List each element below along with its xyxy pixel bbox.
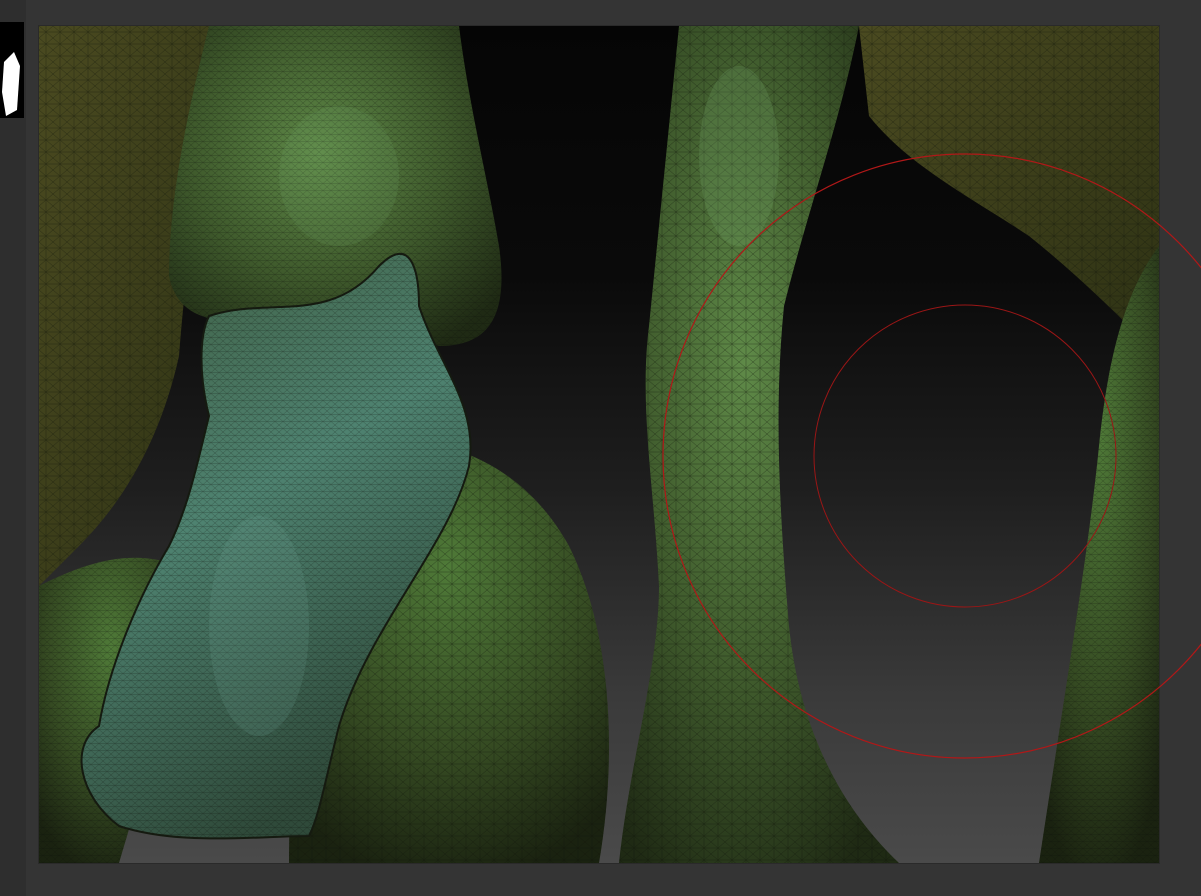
sculpt-mesh [39, 26, 1159, 863]
current-tool-thumbnail-icon[interactable] [0, 22, 24, 118]
zbrush-window [0, 0, 1201, 896]
document-canvas[interactable] [39, 26, 1159, 863]
left-shelf [0, 0, 26, 896]
tool-thumbnail-shape [2, 52, 20, 116]
